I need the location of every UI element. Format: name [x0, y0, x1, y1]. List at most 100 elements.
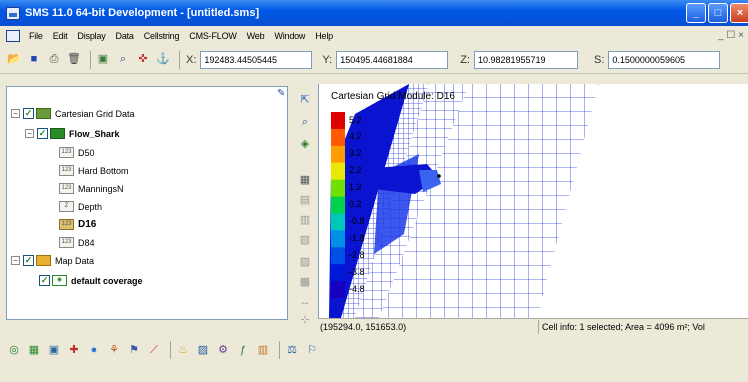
legend-tick-label: 4.2 [349, 131, 362, 142]
legend-swatch [331, 196, 345, 214]
legend-tick-label: 5.2 [349, 114, 362, 125]
legend-tick-label: 3.2 [349, 148, 362, 159]
save-icon[interactable]: ■ [26, 52, 42, 68]
vertical-toolbar: ⇱ ⌕ ◈ ▦ ▤ ▥ ▧ ▨ ▩ ↔ ⊹ [292, 84, 318, 334]
legend-swatch [331, 145, 345, 164]
tree-item-flow-shark[interactable]: − ✓ Flow_Shark [25, 127, 120, 140]
print-icon[interactable]: ⎙ [46, 52, 62, 68]
display-options-icon[interactable]: ✜ [135, 52, 151, 68]
delete-icon[interactable]: 🗑 [66, 52, 82, 68]
cellstring-tool-icon[interactable]: ⟋ [146, 342, 162, 358]
main-toolbar: 📂 ■ ⎙ 🗑 ▣ ⌕ ✜ ⚓ X: 192483.44505445 Y: 15… [0, 46, 748, 74]
mdi-window-controls[interactable]: _ ☐ × [718, 30, 744, 41]
tree-item-dataset-active[interactable]: 123 D16 [59, 218, 96, 231]
frame-icon[interactable]: ▣ [95, 52, 111, 68]
menu-web[interactable]: Web [242, 31, 270, 41]
visibility-checkbox[interactable]: ✓ [37, 128, 48, 139]
create-cellstring-icon[interactable]: ▩ [297, 274, 313, 290]
gis-module-icon[interactable]: ✚ [66, 342, 82, 358]
title-bar[interactable]: SMS 11.0 64-bit Development - [untitled.… [0, 0, 748, 26]
menu-display[interactable]: Display [72, 31, 110, 41]
zoom-icon[interactable]: ⌕ [297, 114, 313, 130]
project-explorer-tree: − ✓ Cartesian Grid Data − ✓ Flow_Shark 1… [6, 86, 288, 320]
pan-icon[interactable]: ◈ [297, 136, 313, 152]
pin-icon[interactable]: ✎ [277, 88, 285, 99]
menu-help[interactable]: Help [310, 31, 338, 41]
zoom-icon[interactable]: ⌕ [115, 52, 131, 68]
tree-label: Hard Bottom [78, 165, 129, 176]
tree-item-dataset[interactable]: 123 D84 [59, 236, 95, 249]
x-coordinate-field[interactable]: 192483.44505445 [200, 50, 313, 69]
tree-item-dataset[interactable]: 123 D50 [59, 146, 95, 159]
tree-label: default coverage [71, 275, 143, 286]
collapse-toggle[interactable]: − [11, 109, 20, 118]
select-column-icon[interactable]: ▥ [297, 212, 313, 228]
move-icon[interactable]: ↔ [297, 294, 313, 310]
open-folder-icon[interactable]: 📂 [6, 52, 22, 68]
legend-tick-label: -4.8 [349, 283, 365, 294]
s-value-field[interactable]: 0.1500000059605 [608, 50, 721, 69]
select-row-icon[interactable]: ▤ [297, 192, 313, 208]
steering-icon[interactable]: ⚙ [215, 342, 231, 358]
plot-icon[interactable]: ▨ [195, 342, 211, 358]
toolbar-separator-4 [279, 341, 280, 359]
lamp-icon[interactable]: ♨ [175, 342, 191, 358]
tree-label: Depth [78, 201, 103, 212]
visibility-checkbox[interactable]: ✓ [23, 108, 34, 119]
select-arrow-icon[interactable]: ⇱ [297, 92, 313, 108]
collapse-toggle[interactable]: − [25, 129, 34, 138]
visibility-checkbox[interactable]: ✓ [39, 275, 50, 286]
legend-swatch [331, 112, 345, 130]
tree-item-dataset[interactable]: Z Depth [59, 200, 102, 213]
collapse-toggle[interactable]: − [11, 256, 20, 265]
function-icon[interactable]: ƒ [235, 342, 251, 358]
contours-icon[interactable]: ▥ [255, 342, 271, 358]
legend-swatch [331, 179, 345, 198]
tree-label: Flow_Shark [69, 128, 120, 139]
map-module-icon[interactable]: ● [86, 342, 102, 358]
menu-data[interactable]: Data [111, 31, 139, 41]
z-value-field[interactable]: 10.98281955719 [473, 50, 578, 69]
menu-window[interactable]: Window [269, 31, 310, 41]
menu-cellstring[interactable]: Cellstring [139, 31, 185, 41]
legend-title: Cartesian Grid Module: D16 [331, 91, 455, 102]
dataset-icon: Z [59, 201, 74, 212]
select-cell-icon[interactable]: ▦ [297, 172, 313, 188]
tree-label: D50 [78, 147, 95, 158]
tree-item-map-data[interactable]: − ✓ Map Data [11, 254, 94, 267]
tree-label: D16 [78, 219, 97, 230]
refine-icon[interactable]: ▧ [297, 232, 313, 248]
close-button[interactable]: × [730, 3, 748, 23]
document-icon[interactable] [6, 30, 20, 42]
legend-tick-label: 0.2 [349, 199, 362, 209]
tree-item-default-coverage[interactable]: ✓ ◉ default coverage [39, 274, 143, 287]
observation-icon[interactable]: ⚐ [304, 342, 320, 358]
scatter-module-icon[interactable]: ▣ [46, 342, 62, 358]
select-tool-icon[interactable]: ⚓ [155, 52, 171, 68]
dataset-icon: 123 [59, 183, 74, 194]
minimize-button[interactable]: _ [686, 3, 706, 23]
cartesian-grid-module-icon[interactable]: ▦ [26, 342, 42, 358]
tree-item-dataset[interactable]: 123 Hard Bottom [59, 164, 129, 177]
maximize-button[interactable]: □ [708, 3, 728, 23]
menu-edit[interactable]: Edit [48, 31, 73, 41]
status-bar: (195294.0, 151653.0) Cell info: 1 select… [318, 318, 748, 335]
mesh-module-icon[interactable]: ◎ [6, 342, 22, 358]
graphics-window[interactable]: Cartesian Grid Module: D16 5.2 4.2 3.2 2.2 1… [318, 84, 748, 318]
tree-item-dataset[interactable]: 123 ManningsN [59, 182, 124, 195]
particle-module-icon[interactable]: ⚘ [106, 342, 122, 358]
legend-tick-label: -1.8 [349, 232, 365, 243]
gauge-icon[interactable]: ⚖ [284, 342, 300, 358]
menu-file[interactable]: File [24, 31, 48, 41]
generic-model-icon[interactable]: ⚑ [126, 342, 142, 358]
add-point-icon[interactable]: ⊹ [297, 312, 313, 328]
merge-icon[interactable]: ▨ [297, 254, 313, 270]
visibility-checkbox[interactable]: ✓ [23, 255, 34, 266]
tree-item-cartesian-grid-data[interactable]: − ✓ Cartesian Grid Data [11, 107, 135, 120]
coverage-icon: ◉ [52, 275, 67, 286]
grid-canvas[interactable] [319, 84, 748, 318]
y-coordinate-field[interactable]: 150495.44681884 [336, 50, 449, 69]
menu-cms-flow[interactable]: CMS-FLOW [184, 31, 241, 41]
app-icon[interactable] [6, 6, 20, 20]
selected-cell-marker [437, 174, 441, 178]
